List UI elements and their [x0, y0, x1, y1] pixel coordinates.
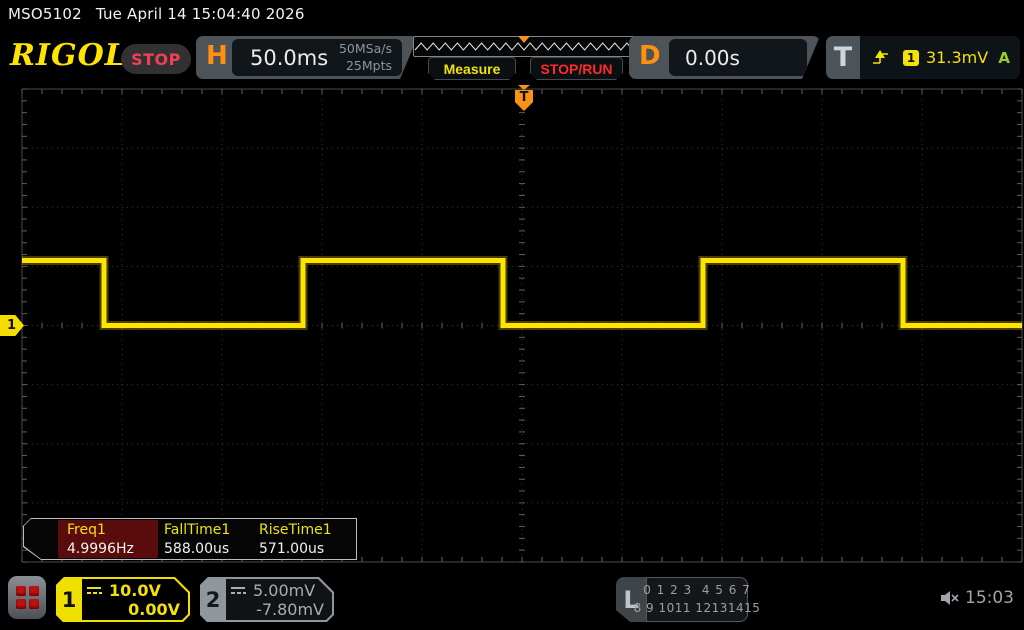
waveform-preview-strip[interactable]	[413, 36, 635, 57]
trigger-source-badge: 1	[903, 50, 919, 66]
channel1-badge: 1	[56, 577, 82, 622]
sample-rate-memdepth: 50MSa/s 25Mpts	[339, 41, 392, 74]
measurement-value: 588.00us	[164, 541, 260, 557]
measurement-panel[interactable]: Freq1 4.9996Hz FallTime1 588.00us RiseTi…	[23, 518, 357, 560]
datetime: Tue April 14 15:04:40 2026	[96, 5, 305, 23]
horizontal-widget[interactable]: H 50.0ms 50MSa/s 25Mpts	[196, 36, 418, 79]
channel1-offset: 0.00V	[128, 600, 180, 619]
model-name: MSO5102	[8, 5, 82, 23]
measurement-value: 4.9996Hz	[67, 541, 163, 557]
sample-rate: 50MSa/s	[339, 41, 392, 57]
logic-channels-block[interactable]: L 0 1 2 3 4 5 6 7 8 9 1011 12131415	[616, 577, 747, 622]
channel2-offset: -7.80mV	[256, 600, 324, 619]
channel1-ground-marker[interactable]: 1	[0, 315, 24, 336]
delay-widget[interactable]: D 0.00s	[629, 36, 820, 79]
delay-value: 0.00s	[685, 46, 740, 70]
stop-run-button-label: STOP/RUN	[540, 61, 612, 77]
horizontal-label: H	[206, 41, 228, 71]
measure-button[interactable]: Measure	[428, 57, 516, 80]
speaker-muted-icon[interactable]	[940, 589, 960, 607]
trigger-position-marker[interactable]: T	[515, 90, 533, 111]
channel2-status-block[interactable]: 2 5.00mV -7.80mV	[200, 577, 334, 622]
measurement-item-freq[interactable]: Freq1 4.9996Hz	[67, 522, 163, 557]
trigger-edge-top-icon	[518, 85, 530, 90]
status-clock-area: 15:03	[940, 588, 1014, 608]
preview-trigger-position-icon	[518, 36, 530, 43]
rising-edge-trigger-icon	[872, 49, 890, 66]
timebase-value: 50.0ms	[250, 46, 328, 70]
measurement-value: 571.00us	[259, 541, 355, 557]
rigol-logo: RIGOL	[10, 38, 127, 73]
trigger-widget[interactable]: T 1 31.3mV A	[826, 36, 1020, 79]
trigger-mode-auto: A	[998, 49, 1010, 67]
clock: 15:03	[965, 588, 1014, 608]
channel1-scale: 10.0V	[109, 581, 161, 600]
channel1-ground-marker-label: 1	[7, 318, 16, 333]
trigger-tab-label: T	[826, 36, 860, 79]
measure-button-label: Measure	[444, 61, 501, 77]
grid-icon	[16, 586, 39, 609]
oscilloscope-screen: MSO5102Tue April 14 15:04:40 2026 RIGOL …	[0, 0, 1024, 630]
measurement-label: RiseTime1	[259, 522, 355, 538]
logic-channels-row1: 0 1 2 3 4 5 6 7	[643, 582, 751, 599]
acquisition-status-label: STOP	[131, 50, 181, 69]
measurement-item-falltime[interactable]: FallTime1 588.00us	[164, 522, 260, 557]
acquisition-status-badge[interactable]: STOP	[121, 44, 191, 74]
dc-coupling-icon	[86, 585, 102, 596]
measurement-item-risetime[interactable]: RiseTime1 571.00us	[259, 522, 355, 557]
measurement-label: FallTime1	[164, 522, 260, 538]
channel1-status-block[interactable]: 1 10.0V 0.00V	[56, 577, 190, 622]
stop-run-button[interactable]: STOP/RUN	[530, 57, 623, 80]
dc-coupling-icon	[230, 585, 246, 596]
channel2-scale: 5.00mV	[253, 581, 315, 600]
delay-label: D	[639, 41, 661, 71]
memory-depth: 25Mpts	[339, 58, 392, 74]
title-bar: MSO5102 Tue April 14 15:04:40 2026	[8, 5, 305, 23]
logic-channels-row2: 8 9 1011 12131415	[634, 600, 761, 617]
channel2-badge: 2	[200, 577, 226, 622]
trigger-level-value: 31.3mV	[926, 48, 988, 67]
windows-grid-button[interactable]	[8, 576, 46, 619]
measurement-label: Freq1	[67, 522, 163, 538]
